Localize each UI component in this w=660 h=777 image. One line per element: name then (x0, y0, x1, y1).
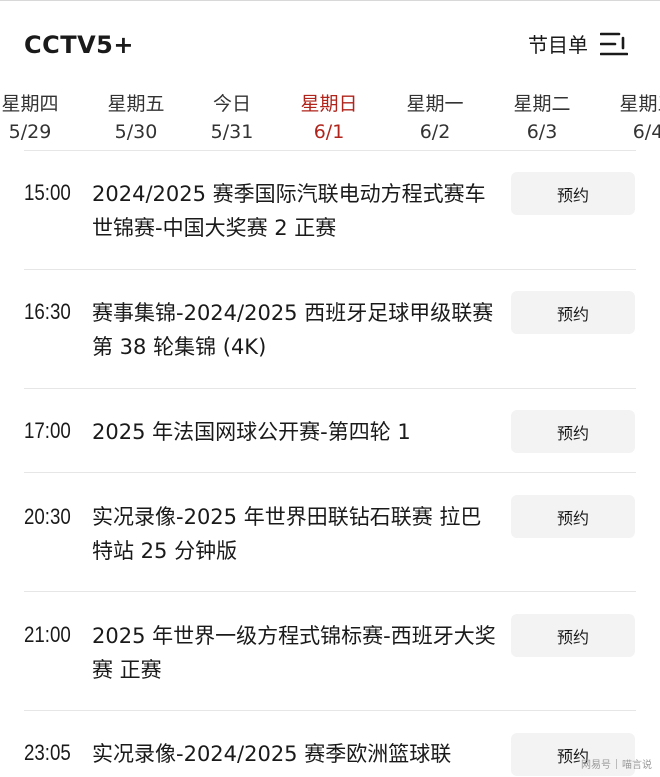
day-tab-name: 星期日 (300, 93, 358, 115)
program-title[interactable]: 实况录像-2025 年世界田联钻石联赛 拉巴特站 25 分钟版 (92, 500, 502, 568)
day-tab-monday[interactable]: 星期一 6/2 (395, 90, 475, 146)
divider (24, 710, 636, 711)
day-tab-date: 5/30 (114, 121, 158, 143)
program-title[interactable]: 2025 年法国网球公开赛-第四轮 1 (92, 415, 502, 449)
day-tab-name: 星期五 (107, 93, 165, 115)
day-tab-date: 5/31 (210, 121, 254, 143)
day-tab-name: 星期三 (619, 93, 660, 115)
day-tab-name: 星期四 (1, 93, 59, 115)
program-title[interactable]: 2024/2025 赛季国际汽联电动方程式赛车世锦赛-中国大奖赛 2 正赛 (92, 177, 502, 245)
reserve-button[interactable]: 预约 (511, 495, 635, 538)
program-title[interactable]: 2025 年世界一级方程式锦标赛-西班牙大奖赛 正赛 (92, 619, 502, 687)
divider (24, 388, 636, 389)
schedule-menu-button[interactable]: 节目单 (528, 29, 628, 58)
program-title[interactable]: 实况录像-2024/2025 赛季欧洲篮球联 (92, 737, 502, 771)
reserve-button[interactable]: 预约 (511, 291, 635, 334)
menu-lines-icon (600, 32, 628, 55)
program-time: 21:00 (24, 622, 71, 647)
day-tab-today[interactable]: 今日 5/31 (192, 90, 272, 146)
watermark-left: 网易号 (581, 760, 611, 771)
reserve-button[interactable]: 预约 (511, 410, 635, 453)
program-time: 17:00 (24, 418, 71, 443)
divider (24, 591, 636, 592)
day-tab-strip: 星期四 5/29 星期五 5/30 今日 5/31 星期日 6/1 星期一 6/… (0, 90, 660, 150)
watermark-separator (616, 758, 617, 769)
divider (24, 150, 636, 151)
divider (24, 472, 636, 473)
day-tab-friday[interactable]: 星期五 5/30 (96, 90, 176, 146)
watermark-right: 喵言说 (622, 760, 652, 771)
program-time: 16:30 (24, 299, 71, 324)
channel-title: CCTV5+ (24, 31, 134, 59)
day-tab-date: 6/4 (632, 121, 660, 143)
program-time: 15:00 (24, 180, 71, 205)
day-tab-name: 星期一 (406, 93, 464, 115)
day-tab-date: 6/2 (419, 121, 451, 143)
watermark: 网易号 喵言说 (581, 756, 652, 771)
schedule-label: 节目单 (528, 33, 588, 57)
day-tab-thursday[interactable]: 星期四 5/29 (0, 90, 70, 146)
program-time: 23:05 (24, 740, 71, 765)
day-tab-date: 5/29 (8, 121, 52, 143)
header-bar: CCTV5+ 节目单 (0, 0, 660, 88)
day-tab-sunday[interactable]: 星期日 6/1 (289, 90, 369, 146)
divider (24, 269, 636, 270)
day-tab-wednesday[interactable]: 星期三 6/4 (608, 90, 660, 146)
day-tab-name: 星期二 (513, 93, 571, 115)
day-tab-date: 6/1 (313, 121, 345, 143)
day-tab-date: 6/3 (526, 121, 558, 143)
reserve-button[interactable]: 预约 (511, 614, 635, 657)
day-tab-tuesday[interactable]: 星期二 6/3 (502, 90, 582, 146)
program-title[interactable]: 赛事集锦-2024/2025 西班牙足球甲级联赛第 38 轮集锦 (4K) (92, 296, 502, 364)
reserve-button[interactable]: 预约 (511, 172, 635, 215)
program-time: 20:30 (24, 504, 71, 529)
day-tab-name: 今日 (212, 93, 251, 115)
